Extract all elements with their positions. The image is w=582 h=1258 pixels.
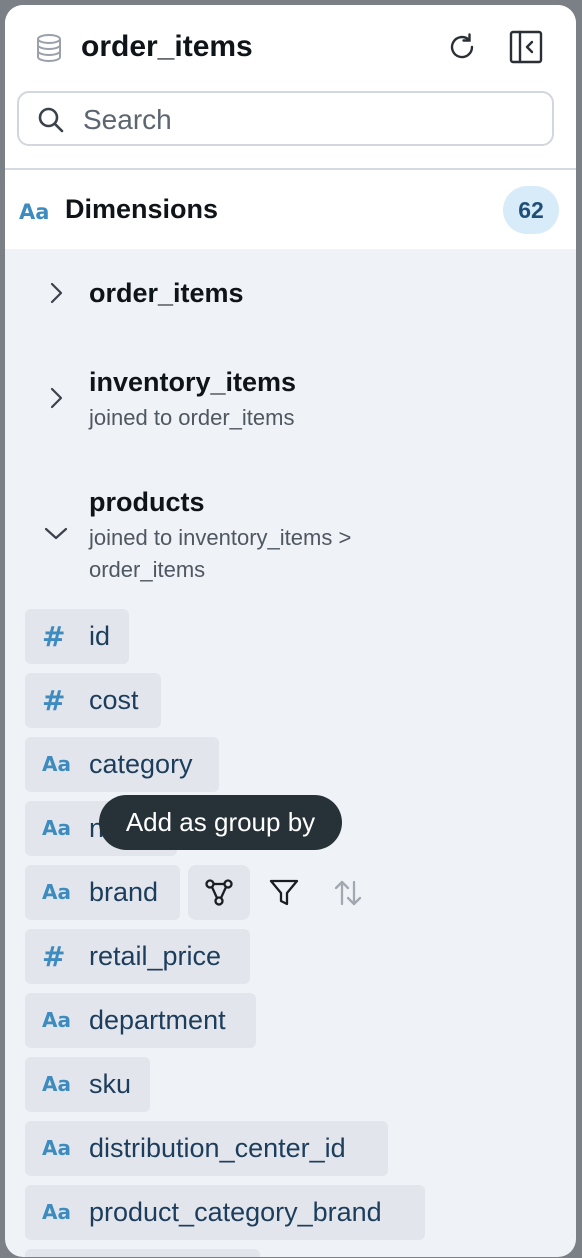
field-distribution-center-id[interactable]: Aa distribution_center_id — [25, 1121, 388, 1176]
sort-button[interactable] — [317, 865, 379, 920]
group-join-subtitle: order_items — [89, 557, 206, 582]
string-type-icon: Aa — [42, 752, 71, 776]
string-type-icon: Aa — [19, 200, 50, 224]
tooltip: Add as group by — [99, 795, 342, 850]
field-retail-price[interactable]: # retail_price — [25, 929, 250, 984]
search-input[interactable] — [81, 101, 535, 139]
field-brand[interactable]: Aa brand — [25, 865, 180, 920]
group-name: products — [89, 487, 205, 517]
field-name: sku — [89, 1069, 132, 1099]
add-group-by-button[interactable] — [188, 865, 250, 920]
panel-header: order_items — [5, 5, 576, 170]
field-name: category — [89, 749, 193, 779]
search-icon — [38, 107, 64, 133]
string-type-icon: Aa — [42, 1136, 71, 1160]
sort-icon — [334, 880, 362, 906]
field-department[interactable]: Aa department — [25, 993, 256, 1048]
refresh-icon[interactable] — [445, 30, 479, 64]
field-name: id — [89, 621, 111, 651]
database-icon — [37, 34, 61, 63]
string-type-icon: Aa — [42, 1072, 71, 1096]
field-name: cost — [89, 685, 139, 715]
group-inventory-items[interactable]: inventory_items joined to order_items — [5, 355, 576, 445]
chevron-down-icon — [44, 527, 68, 540]
filter-icon — [269, 879, 299, 906]
group-name: inventory_items — [89, 367, 297, 397]
search-box[interactable] — [17, 91, 554, 146]
chevron-right-icon — [50, 387, 63, 409]
number-type-icon: # — [42, 684, 66, 717]
page-title: order_items — [81, 30, 253, 63]
field-cost[interactable]: # cost — [25, 673, 161, 728]
field-name: product_category_brand — [89, 1197, 382, 1227]
dimensions-label: Dimensions — [65, 194, 219, 224]
group-join-subtitle: joined to order_items — [89, 405, 295, 430]
field-partial-row — [25, 1249, 260, 1257]
field-sku[interactable]: Aa sku — [25, 1057, 150, 1112]
field-name: retail_price — [89, 941, 222, 971]
string-type-icon: Aa — [42, 816, 71, 840]
group-by-icon — [205, 879, 233, 906]
string-type-icon: Aa — [42, 1008, 71, 1032]
field-name: department — [89, 1005, 226, 1035]
dimensions-count-badge: 62 — [503, 186, 559, 234]
field-category[interactable]: Aa category — [25, 737, 219, 792]
dimensions-section-header[interactable]: Aa Dimensions 62 — [5, 170, 576, 249]
field-product-category-brand[interactable]: Aa product_category_brand — [25, 1185, 425, 1240]
group-name: order_items — [89, 278, 244, 308]
chevron-right-icon — [50, 282, 63, 304]
collapse-sidebar-icon[interactable] — [509, 30, 543, 64]
field-id[interactable]: # id — [25, 609, 129, 664]
field-name: brand — [89, 877, 159, 907]
field-name: distribution_center_id — [89, 1133, 346, 1163]
string-type-icon: Aa — [42, 1200, 71, 1224]
number-type-icon: # — [42, 620, 66, 653]
string-type-icon: Aa — [42, 880, 71, 904]
field-panel: order_items Aa Dimensions 62 order_items — [5, 5, 576, 1257]
group-products[interactable]: products joined to inventory_items > ord… — [5, 475, 576, 585]
number-type-icon: # — [42, 940, 66, 973]
add-filter-button[interactable] — [253, 865, 315, 920]
group-order-items[interactable]: order_items — [5, 253, 576, 333]
group-join-subtitle: joined to inventory_items > — [89, 525, 352, 550]
